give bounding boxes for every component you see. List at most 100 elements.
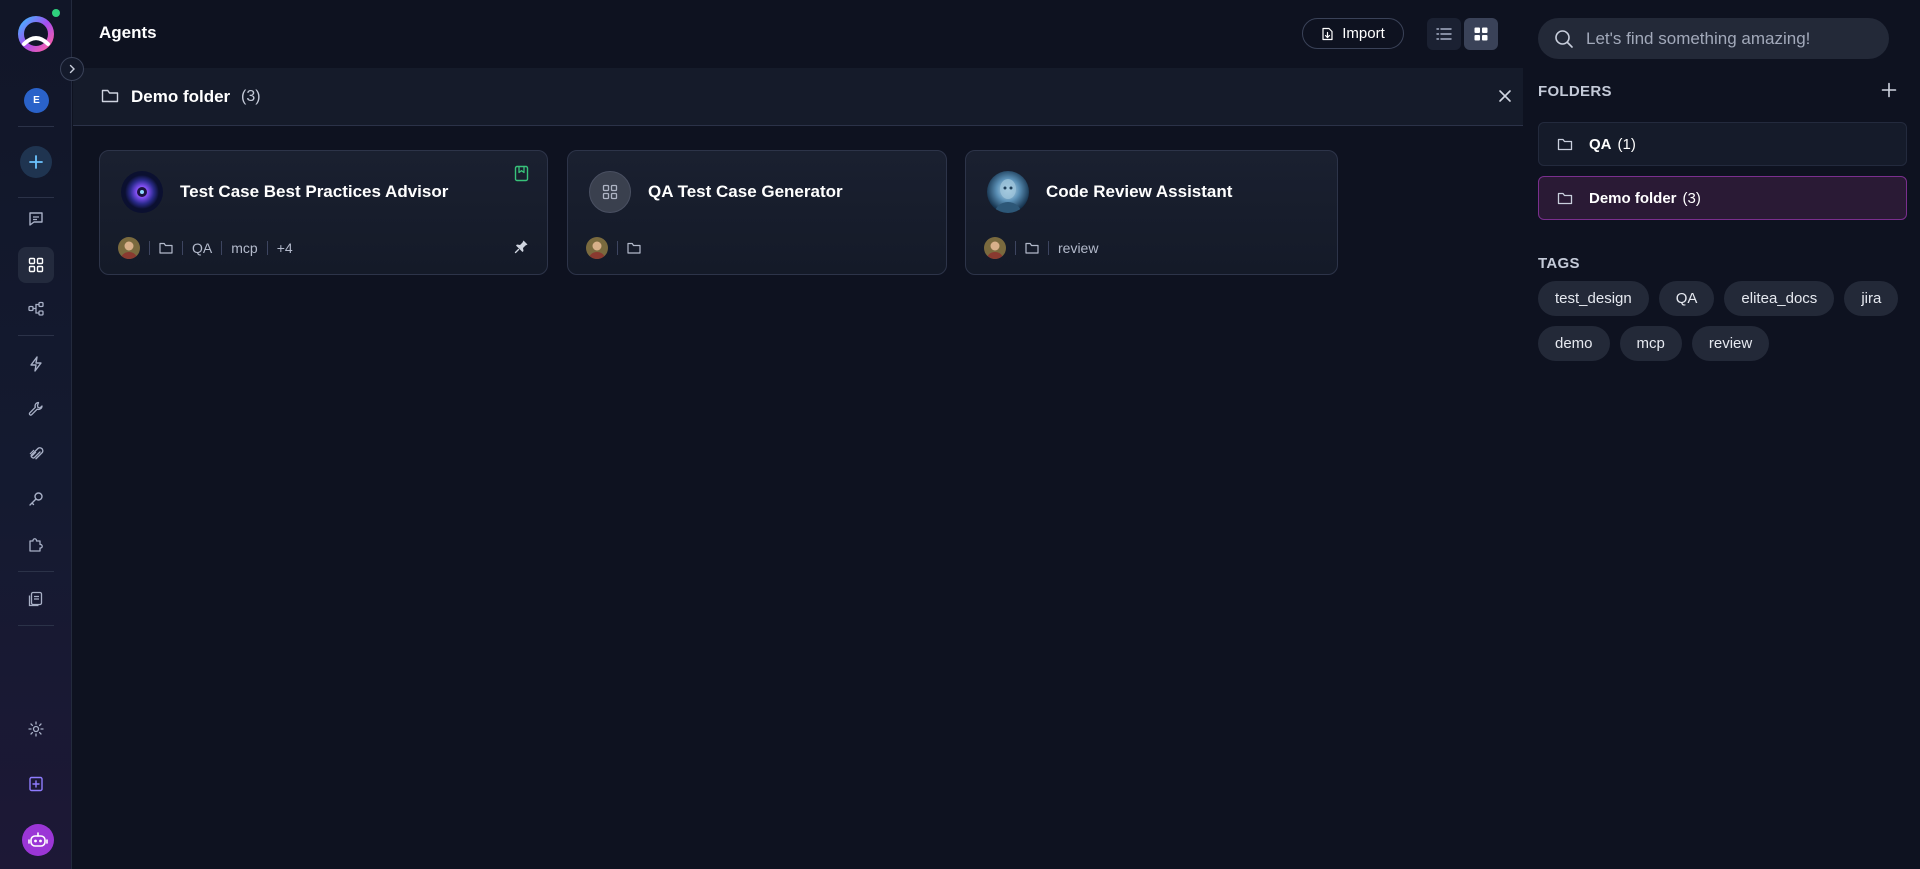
list-view-button[interactable] <box>1427 18 1461 50</box>
bookmark-icon[interactable] <box>514 165 529 182</box>
folder-item-qa[interactable]: QA (1) <box>1538 122 1907 166</box>
author-avatar[interactable] <box>984 237 1006 259</box>
folder-item-demo-folder[interactable]: Demo folder (3) <box>1538 176 1907 220</box>
agent-card[interactable]: Test Case Best Practices Advisor QA mcp … <box>99 150 548 275</box>
nav-settings[interactable] <box>18 711 54 747</box>
key-icon <box>29 492 43 506</box>
search-input[interactable] <box>1586 28 1866 49</box>
tag-chip[interactable]: QA <box>1658 281 1715 316</box>
agent-tag[interactable]: review <box>1058 240 1098 256</box>
online-status-dot <box>52 9 60 17</box>
tag-chip[interactable]: review <box>1691 326 1770 361</box>
robot-icon <box>28 832 48 847</box>
search-icon <box>1554 29 1574 49</box>
sidebar: E <box>0 0 72 869</box>
folder-count: (3) <box>241 88 261 105</box>
agent-tag[interactable]: QA <box>192 240 212 256</box>
paperclip-icon <box>29 447 44 460</box>
nav-pipelines[interactable] <box>18 291 54 327</box>
divider <box>182 241 183 255</box>
add-note-icon <box>29 776 43 792</box>
close-folder-button[interactable] <box>1497 88 1513 104</box>
plus-icon <box>29 155 43 169</box>
tag-chip[interactable]: elitea_docs <box>1724 281 1835 316</box>
divider <box>266 241 268 255</box>
settings-icon <box>28 721 44 737</box>
divider <box>221 241 223 255</box>
agent-meta: QA mcp +4 <box>118 237 293 259</box>
app-logo[interactable] <box>16 14 56 54</box>
divider <box>18 126 54 127</box>
puzzle-icon <box>29 538 43 552</box>
folder-item-count: (3) <box>1682 189 1701 207</box>
list-view-icon <box>1436 28 1452 40</box>
nav-add-note[interactable] <box>18 766 54 802</box>
nav-attachments[interactable] <box>18 436 54 472</box>
nav-toolkits[interactable] <box>18 391 54 427</box>
agent-avatar <box>121 171 163 213</box>
grid-view-icon <box>1474 27 1488 41</box>
divider <box>617 241 618 255</box>
folder-icon <box>101 88 119 104</box>
nav-extensions[interactable] <box>18 526 54 562</box>
expand-sidebar-button[interactable] <box>60 57 84 81</box>
author-avatar[interactable] <box>586 237 608 259</box>
folder-name: Demo folder <box>131 87 231 106</box>
import-file-icon <box>1322 27 1333 40</box>
import-label: Import <box>1342 25 1385 42</box>
chat-icon <box>29 212 43 226</box>
user-avatar[interactable]: E <box>24 88 49 113</box>
top-bar: Agents Import <box>73 0 1523 68</box>
folders-section-title: FOLDERS <box>1538 83 1612 100</box>
divider <box>18 625 54 626</box>
tag-chip[interactable]: demo <box>1538 326 1610 361</box>
folder-icon <box>1557 191 1573 205</box>
nav-chat[interactable] <box>18 201 54 237</box>
nav-documents[interactable] <box>18 581 54 617</box>
tags-section-title: TAGS <box>1538 255 1580 272</box>
more-tags-count[interactable]: +4 <box>277 240 293 256</box>
folder-item-label: Demo folder <box>1589 189 1677 207</box>
agent-grid-icon <box>602 184 618 200</box>
tag-list: test_design QA elitea_docs jira demo mcp… <box>1538 281 1908 361</box>
folder-icon <box>1557 137 1573 151</box>
tag-chip[interactable]: jira <box>1844 281 1899 316</box>
create-new-button[interactable] <box>20 146 52 178</box>
divider <box>18 571 54 572</box>
nav-flash[interactable] <box>18 346 54 382</box>
author-avatar[interactable] <box>118 237 140 259</box>
nav-agents[interactable] <box>18 247 54 283</box>
view-toggle <box>1427 18 1498 50</box>
page-title: Agents <box>99 23 157 42</box>
agent-card[interactable]: QA Test Case Generator <box>567 150 947 275</box>
assistant-bot-button[interactable] <box>22 824 54 856</box>
divider <box>18 197 54 198</box>
wrench-icon <box>28 401 43 416</box>
folder-item-label: QA <box>1589 135 1612 153</box>
folder-icon <box>1025 242 1039 254</box>
agent-title: QA Test Case Generator <box>648 182 843 201</box>
agent-avatar <box>987 171 1029 213</box>
grid-view-button[interactable] <box>1464 18 1498 50</box>
agent-tag[interactable]: mcp <box>231 240 257 256</box>
pin-icon[interactable] <box>514 239 529 254</box>
flash-icon <box>30 356 42 372</box>
folder-icon <box>159 242 173 254</box>
add-folder-button[interactable] <box>1881 82 1897 98</box>
nav-credentials[interactable] <box>18 481 54 517</box>
agent-avatar <box>589 171 631 213</box>
documents-icon <box>28 591 43 607</box>
agent-card[interactable]: Code Review Assistant review <box>965 150 1338 275</box>
tag-chip[interactable]: mcp <box>1619 326 1682 361</box>
pipelines-icon <box>28 301 44 316</box>
divider <box>18 335 54 336</box>
folder-item-count: (1) <box>1617 135 1636 153</box>
divider <box>1048 241 1049 255</box>
tag-chip[interactable]: test_design <box>1538 281 1649 316</box>
close-icon <box>1499 90 1511 102</box>
agent-title: Test Case Best Practices Advisor <box>180 182 449 201</box>
divider <box>1015 241 1016 255</box>
agent-meta: review <box>984 237 1098 259</box>
import-button[interactable]: Import <box>1302 18 1404 49</box>
search-bar <box>1538 18 1889 59</box>
